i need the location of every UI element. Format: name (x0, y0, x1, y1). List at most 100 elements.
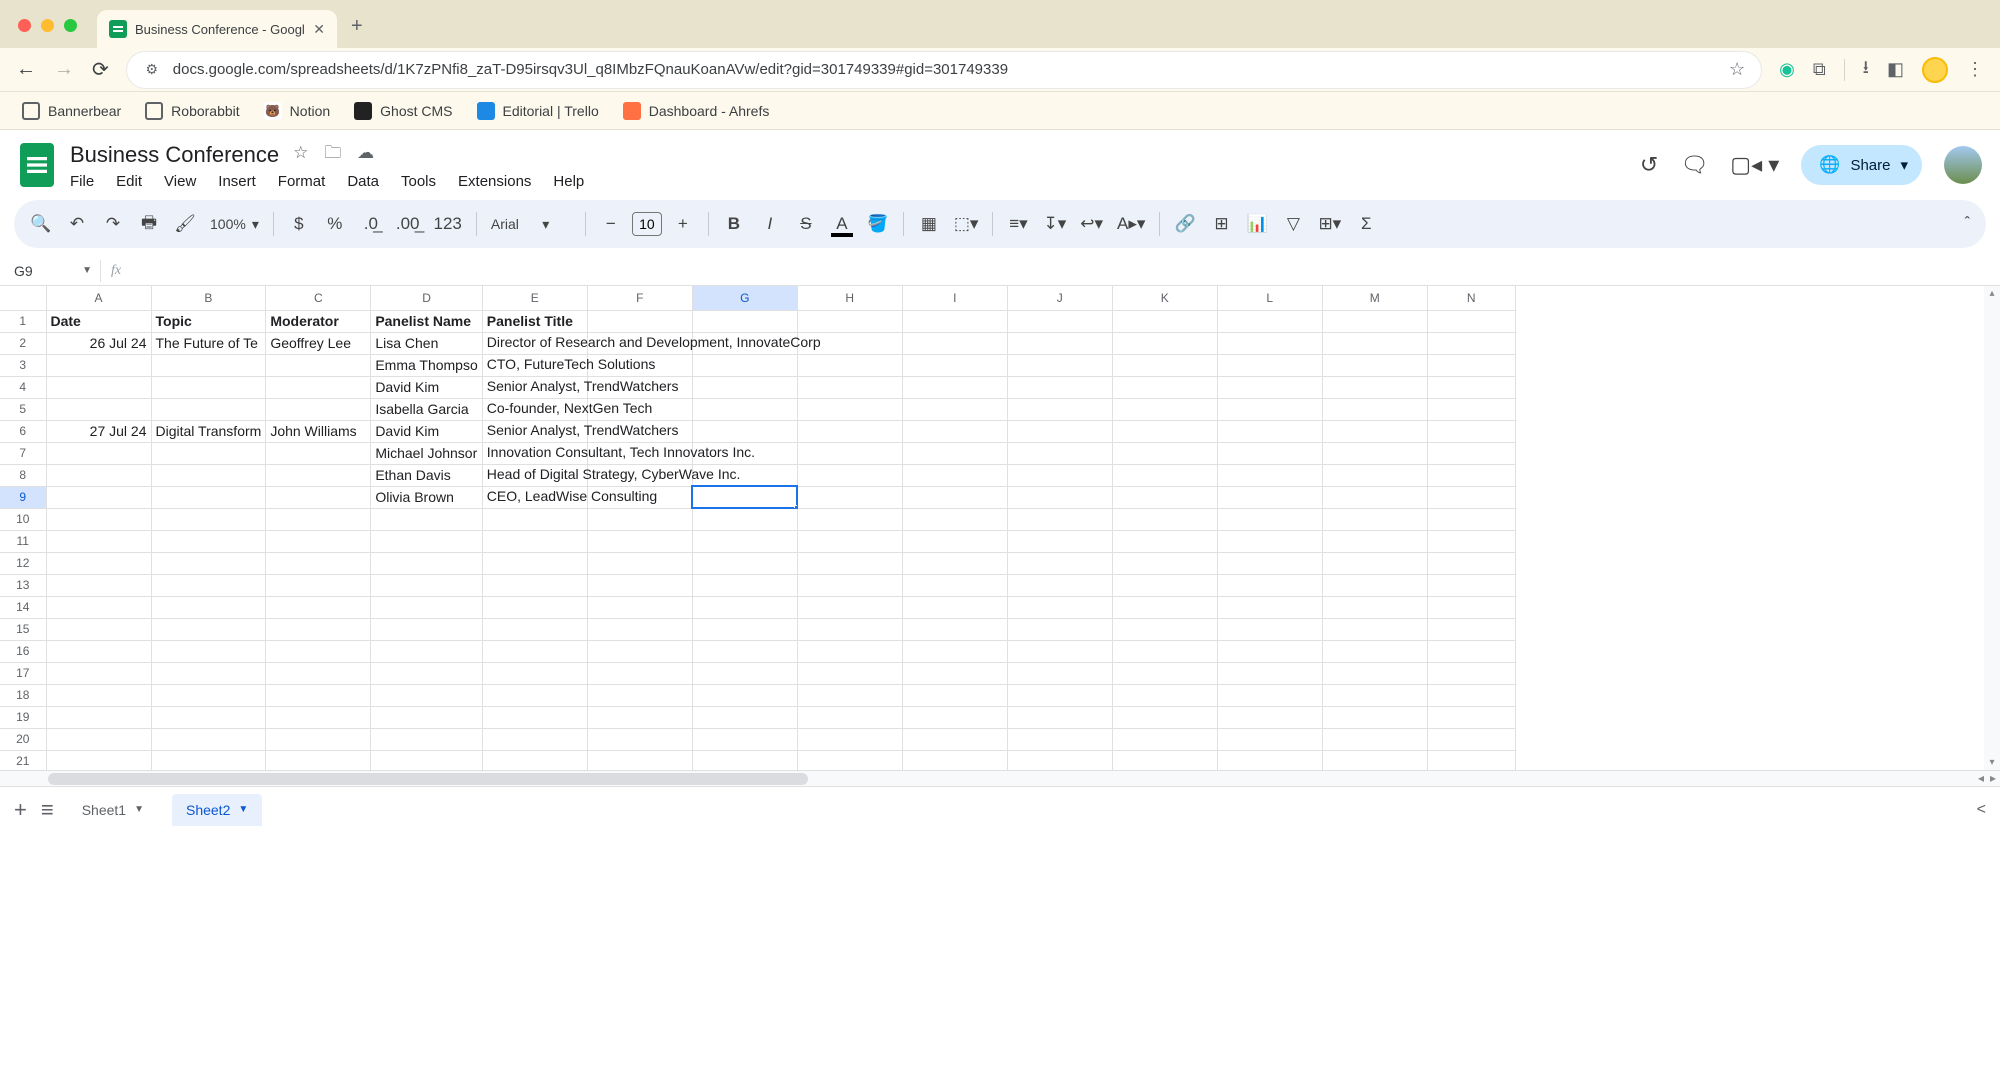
cell-L5[interactable] (1217, 398, 1322, 420)
cell-K13[interactable] (1112, 574, 1217, 596)
cell-F1[interactable] (587, 310, 692, 332)
cell-M14[interactable] (1322, 596, 1427, 618)
cell-H6[interactable] (797, 420, 902, 442)
cell-B20[interactable] (151, 728, 266, 750)
select-all-corner[interactable] (0, 286, 46, 310)
col-header-F[interactable]: F (587, 286, 692, 310)
cell-I11[interactable] (902, 530, 1007, 552)
cell-H17[interactable] (797, 662, 902, 684)
cell-M13[interactable] (1322, 574, 1427, 596)
cell-J21[interactable] (1007, 750, 1112, 770)
text-color-icon[interactable]: A (831, 214, 853, 234)
cell-L4[interactable] (1217, 376, 1322, 398)
cell-F16[interactable] (587, 640, 692, 662)
cell-D12[interactable] (371, 552, 482, 574)
cell-J1[interactable] (1007, 310, 1112, 332)
cell-A9[interactable] (46, 486, 151, 508)
cell-F3[interactable] (587, 354, 692, 376)
forward-button[interactable]: → (54, 58, 74, 81)
col-header-L[interactable]: L (1217, 286, 1322, 310)
menu-edit[interactable]: Edit (116, 173, 142, 190)
cell-A13[interactable] (46, 574, 151, 596)
cell-N19[interactable] (1427, 706, 1515, 728)
increase-decimal-icon[interactable]: .00̲ (396, 214, 420, 234)
cell-J19[interactable] (1007, 706, 1112, 728)
cell-B19[interactable] (151, 706, 266, 728)
cell-L17[interactable] (1217, 662, 1322, 684)
cell-N18[interactable] (1427, 684, 1515, 706)
cell-F12[interactable] (587, 552, 692, 574)
cell-C11[interactable] (266, 530, 371, 552)
cell-M6[interactable] (1322, 420, 1427, 442)
cell-G11[interactable] (692, 530, 797, 552)
cell-A11[interactable] (46, 530, 151, 552)
cell-K14[interactable] (1112, 596, 1217, 618)
cell-C5[interactable] (266, 398, 371, 420)
account-avatar[interactable] (1944, 146, 1982, 184)
cell-H14[interactable] (797, 596, 902, 618)
cell-I2[interactable] (902, 332, 1007, 354)
history-icon[interactable]: ↺ (1640, 152, 1658, 178)
cell-B12[interactable] (151, 552, 266, 574)
cell-I21[interactable] (902, 750, 1007, 770)
cell-N9[interactable] (1427, 486, 1515, 508)
cell-I14[interactable] (902, 596, 1007, 618)
col-header-E[interactable]: E (482, 286, 587, 310)
cell-A2[interactable]: 26 Jul 24 (46, 332, 151, 354)
profile-avatar-icon[interactable] (1922, 57, 1948, 83)
col-header-I[interactable]: I (902, 286, 1007, 310)
cell-K20[interactable] (1112, 728, 1217, 750)
cell-G2[interactable] (692, 332, 797, 354)
cloud-status-icon[interactable]: ☁ (357, 143, 374, 162)
cell-J13[interactable] (1007, 574, 1112, 596)
cell-B1[interactable]: Topic (151, 310, 266, 332)
cell-M12[interactable] (1322, 552, 1427, 574)
menu-tools[interactable]: Tools (401, 173, 436, 190)
explore-icon[interactable]: < (1977, 801, 1986, 819)
cell-A19[interactable] (46, 706, 151, 728)
cell-M9[interactable] (1322, 486, 1427, 508)
bookmark-trello[interactable]: Editorial | Trello (477, 102, 599, 120)
share-button[interactable]: 🌐 Share ▾ (1801, 145, 1922, 185)
bold-icon[interactable]: B (723, 214, 745, 234)
cell-A12[interactable] (46, 552, 151, 574)
cell-I1[interactable] (902, 310, 1007, 332)
cell-I9[interactable] (902, 486, 1007, 508)
chrome-menu-icon[interactable]: ⋮ (1966, 59, 1984, 80)
cell-B18[interactable] (151, 684, 266, 706)
cell-C17[interactable] (266, 662, 371, 684)
cell-N20[interactable] (1427, 728, 1515, 750)
cell-D13[interactable] (371, 574, 482, 596)
cell-A7[interactable] (46, 442, 151, 464)
cell-E3[interactable]: CTO, FutureTech Solutions (482, 354, 587, 376)
row-header-19[interactable]: 19 (0, 706, 46, 728)
cell-E8[interactable]: Head of Digital Strategy, CyberWave Inc. (482, 464, 587, 486)
cell-J7[interactable] (1007, 442, 1112, 464)
cell-F14[interactable] (587, 596, 692, 618)
scroll-up-icon[interactable]: ▴ (1984, 288, 2000, 299)
cell-E5[interactable]: Co-founder, NextGen Tech (482, 398, 587, 420)
search-menus-icon[interactable]: 🔍 (30, 214, 52, 234)
cell-E13[interactable] (482, 574, 587, 596)
close-window-icon[interactable] (18, 19, 31, 32)
cell-F6[interactable] (587, 420, 692, 442)
cell-H9[interactable] (797, 486, 902, 508)
cell-K21[interactable] (1112, 750, 1217, 770)
cell-E9[interactable]: CEO, LeadWise Consulting (482, 486, 587, 508)
row-header-6[interactable]: 6 (0, 420, 46, 442)
row-header-7[interactable]: 7 (0, 442, 46, 464)
cell-B9[interactable] (151, 486, 266, 508)
cell-B3[interactable] (151, 354, 266, 376)
cell-J3[interactable] (1007, 354, 1112, 376)
comments-icon[interactable]: 🗨 (1680, 152, 1708, 178)
cell-K2[interactable] (1112, 332, 1217, 354)
cell-N4[interactable] (1427, 376, 1515, 398)
cell-G10[interactable] (692, 508, 797, 530)
cell-F7[interactable] (587, 442, 692, 464)
cell-G15[interactable] (692, 618, 797, 640)
sheet-tab-sheet1[interactable]: Sheet1▼ (68, 794, 158, 826)
cell-B5[interactable] (151, 398, 266, 420)
cell-F8[interactable] (587, 464, 692, 486)
cell-N13[interactable] (1427, 574, 1515, 596)
cell-D11[interactable] (371, 530, 482, 552)
